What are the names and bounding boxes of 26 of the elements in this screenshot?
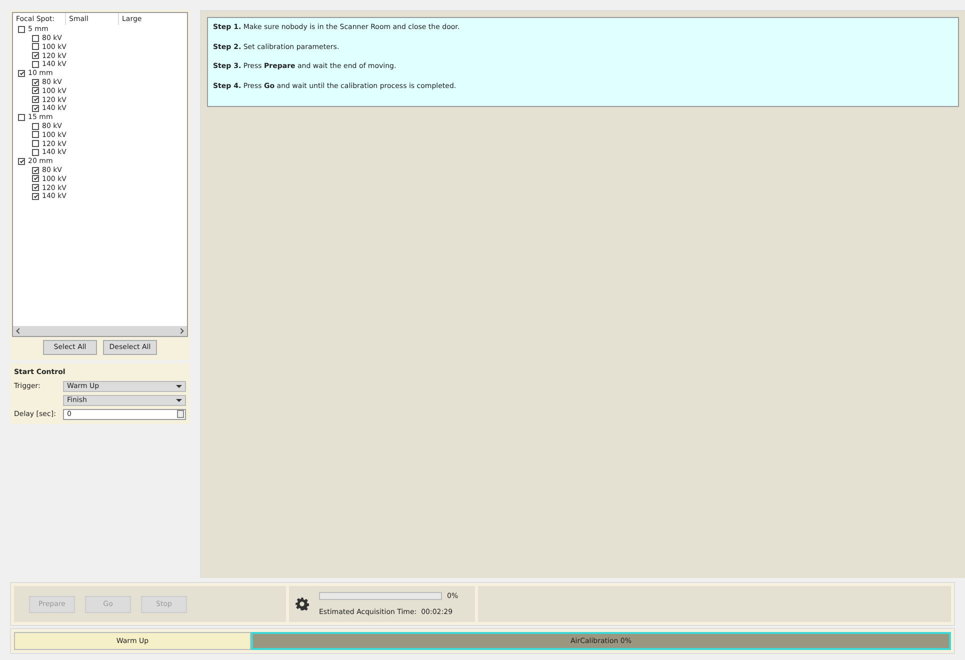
- checkbox[interactable]: [18, 114, 25, 121]
- gear-icon: [295, 597, 309, 611]
- dropdown-arrow-icon: [176, 384, 182, 388]
- checkbox[interactable]: [32, 149, 39, 156]
- checkbox[interactable]: [32, 140, 39, 148]
- checkbox[interactable]: [32, 131, 39, 138]
- checkbox[interactable]: [18, 70, 25, 77]
- checkbox[interactable]: [32, 61, 39, 68]
- horizontal-scrollbar[interactable]: [13, 326, 187, 336]
- checkbox[interactable]: [18, 158, 25, 165]
- checkbox[interactable]: [32, 34, 39, 42]
- checkbox[interactable]: [32, 43, 39, 50]
- checkbox[interactable]: [32, 122, 39, 130]
- checkbox[interactable]: [32, 175, 39, 182]
- checkbox[interactable]: [32, 78, 39, 86]
- checkbox[interactable]: [32, 52, 39, 60]
- checkbox[interactable]: [32, 96, 39, 104]
- checkbox[interactable]: [32, 166, 39, 174]
- scroll-left-icon[interactable]: [16, 328, 22, 334]
- checkbox[interactable]: [32, 87, 39, 94]
- checkbox[interactable]: [18, 26, 25, 33]
- scroll-right-icon[interactable]: [178, 328, 184, 334]
- checkbox[interactable]: [32, 193, 39, 200]
- checkbox[interactable]: [32, 105, 39, 112]
- dropdown-arrow-icon: [176, 398, 182, 402]
- checkbox[interactable]: [32, 184, 39, 192]
